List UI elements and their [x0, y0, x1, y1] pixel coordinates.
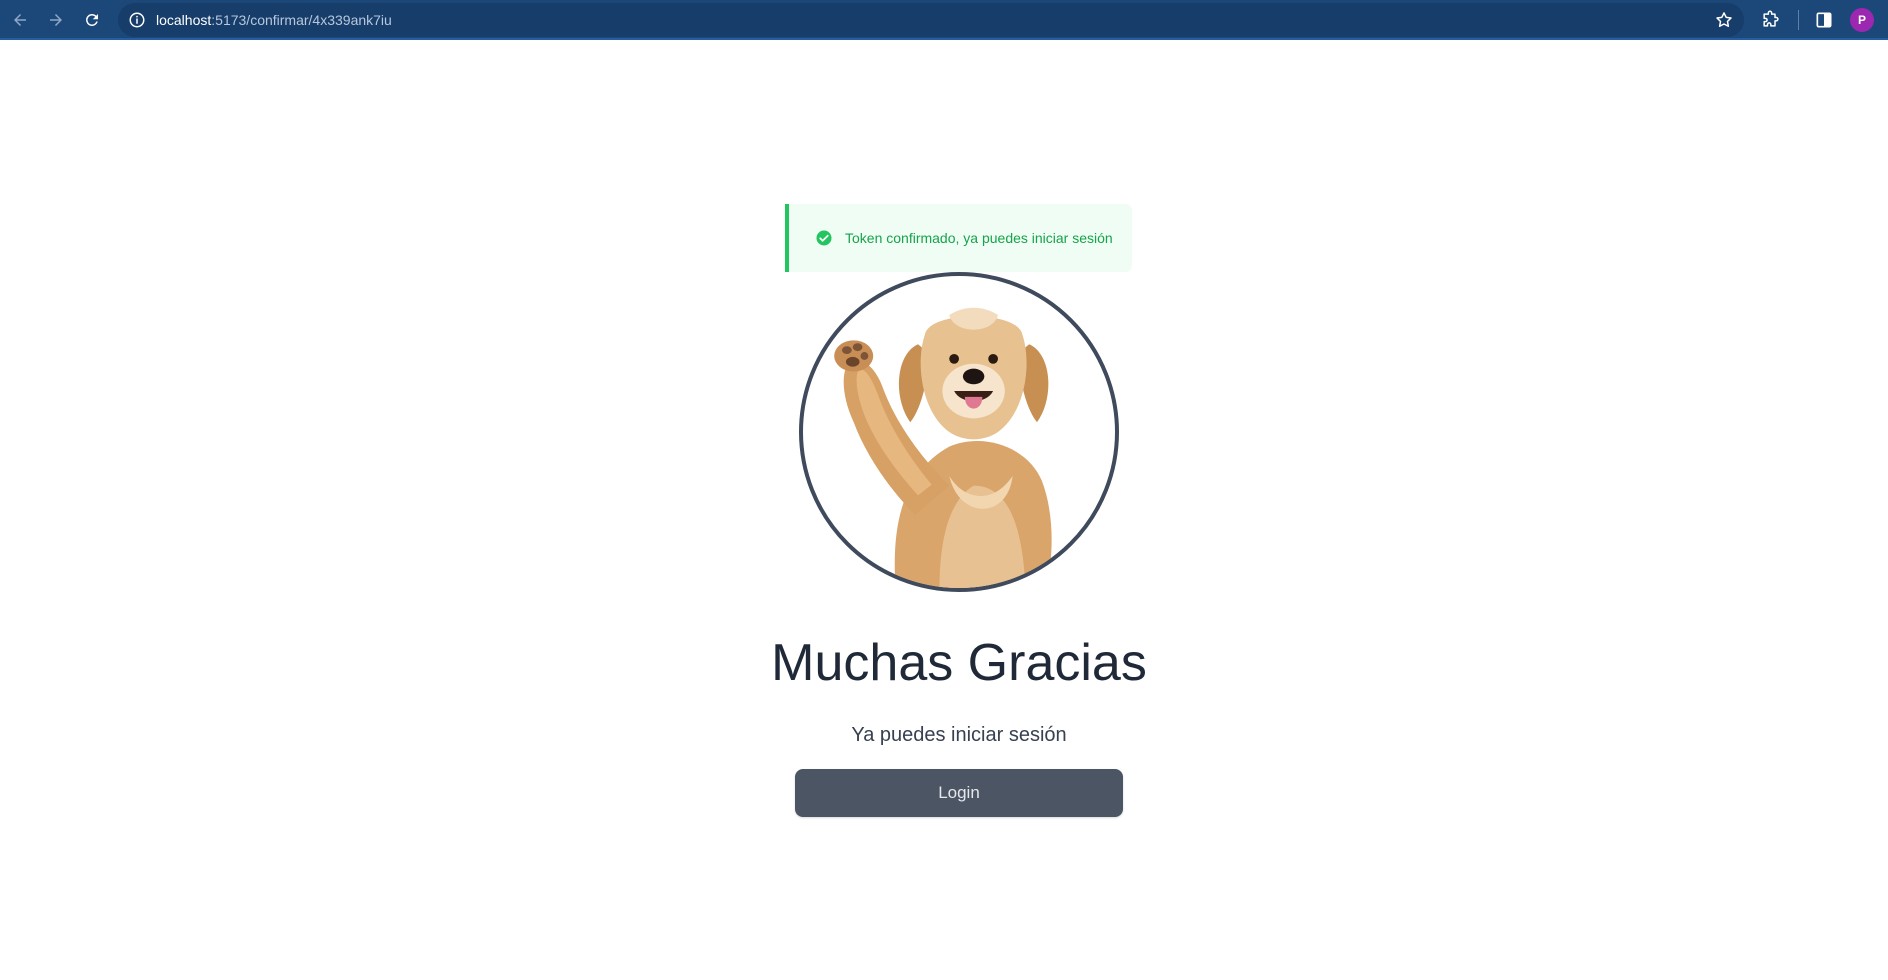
confirmation-page: Token confirmado, ya puedes iniciar sesi… — [0, 40, 1888, 980]
golden-retriever-illustration — [834, 307, 1052, 588]
toolbar-divider — [1798, 10, 1799, 30]
browser-toolbar: localhost:5173/confirmar/4x339ank7iu P — [0, 0, 1888, 40]
page-subtitle: Ya puedes iniciar sesión — [851, 724, 1067, 746]
url-host: localhost — [156, 12, 212, 28]
side-panel-button[interactable] — [1812, 8, 1836, 32]
side-panel-icon — [1816, 12, 1832, 28]
dog-avatar-image — [799, 272, 1119, 592]
arrow-left-icon — [14, 14, 26, 26]
back-button[interactable] — [4, 4, 36, 36]
address-bar[interactable]: localhost:5173/confirmar/4x339ank7iu — [118, 3, 1744, 37]
extensions-button[interactable] — [1758, 8, 1782, 32]
check-circle-icon — [816, 230, 832, 246]
reload-button[interactable] — [76, 4, 108, 36]
star-icon[interactable] — [1714, 10, 1734, 30]
url-path: :5173/confirmar/4x339ank7iu — [211, 12, 392, 28]
success-alert: Token confirmado, ya puedes iniciar sesi… — [785, 204, 1132, 272]
puzzle-icon — [1763, 10, 1779, 27]
alert-message: Token confirmado, ya puedes iniciar sesi… — [845, 230, 1113, 246]
reload-icon — [86, 14, 98, 26]
forward-button[interactable] — [40, 4, 72, 36]
arrow-right-icon — [50, 14, 62, 26]
profile-avatar[interactable]: P — [1850, 8, 1874, 32]
login-button[interactable]: Login — [795, 769, 1123, 817]
page-title: Muchas Gracias — [771, 634, 1147, 692]
info-icon[interactable] — [128, 11, 146, 29]
url-text[interactable]: localhost:5173/confirmar/4x339ank7iu — [156, 11, 392, 29]
